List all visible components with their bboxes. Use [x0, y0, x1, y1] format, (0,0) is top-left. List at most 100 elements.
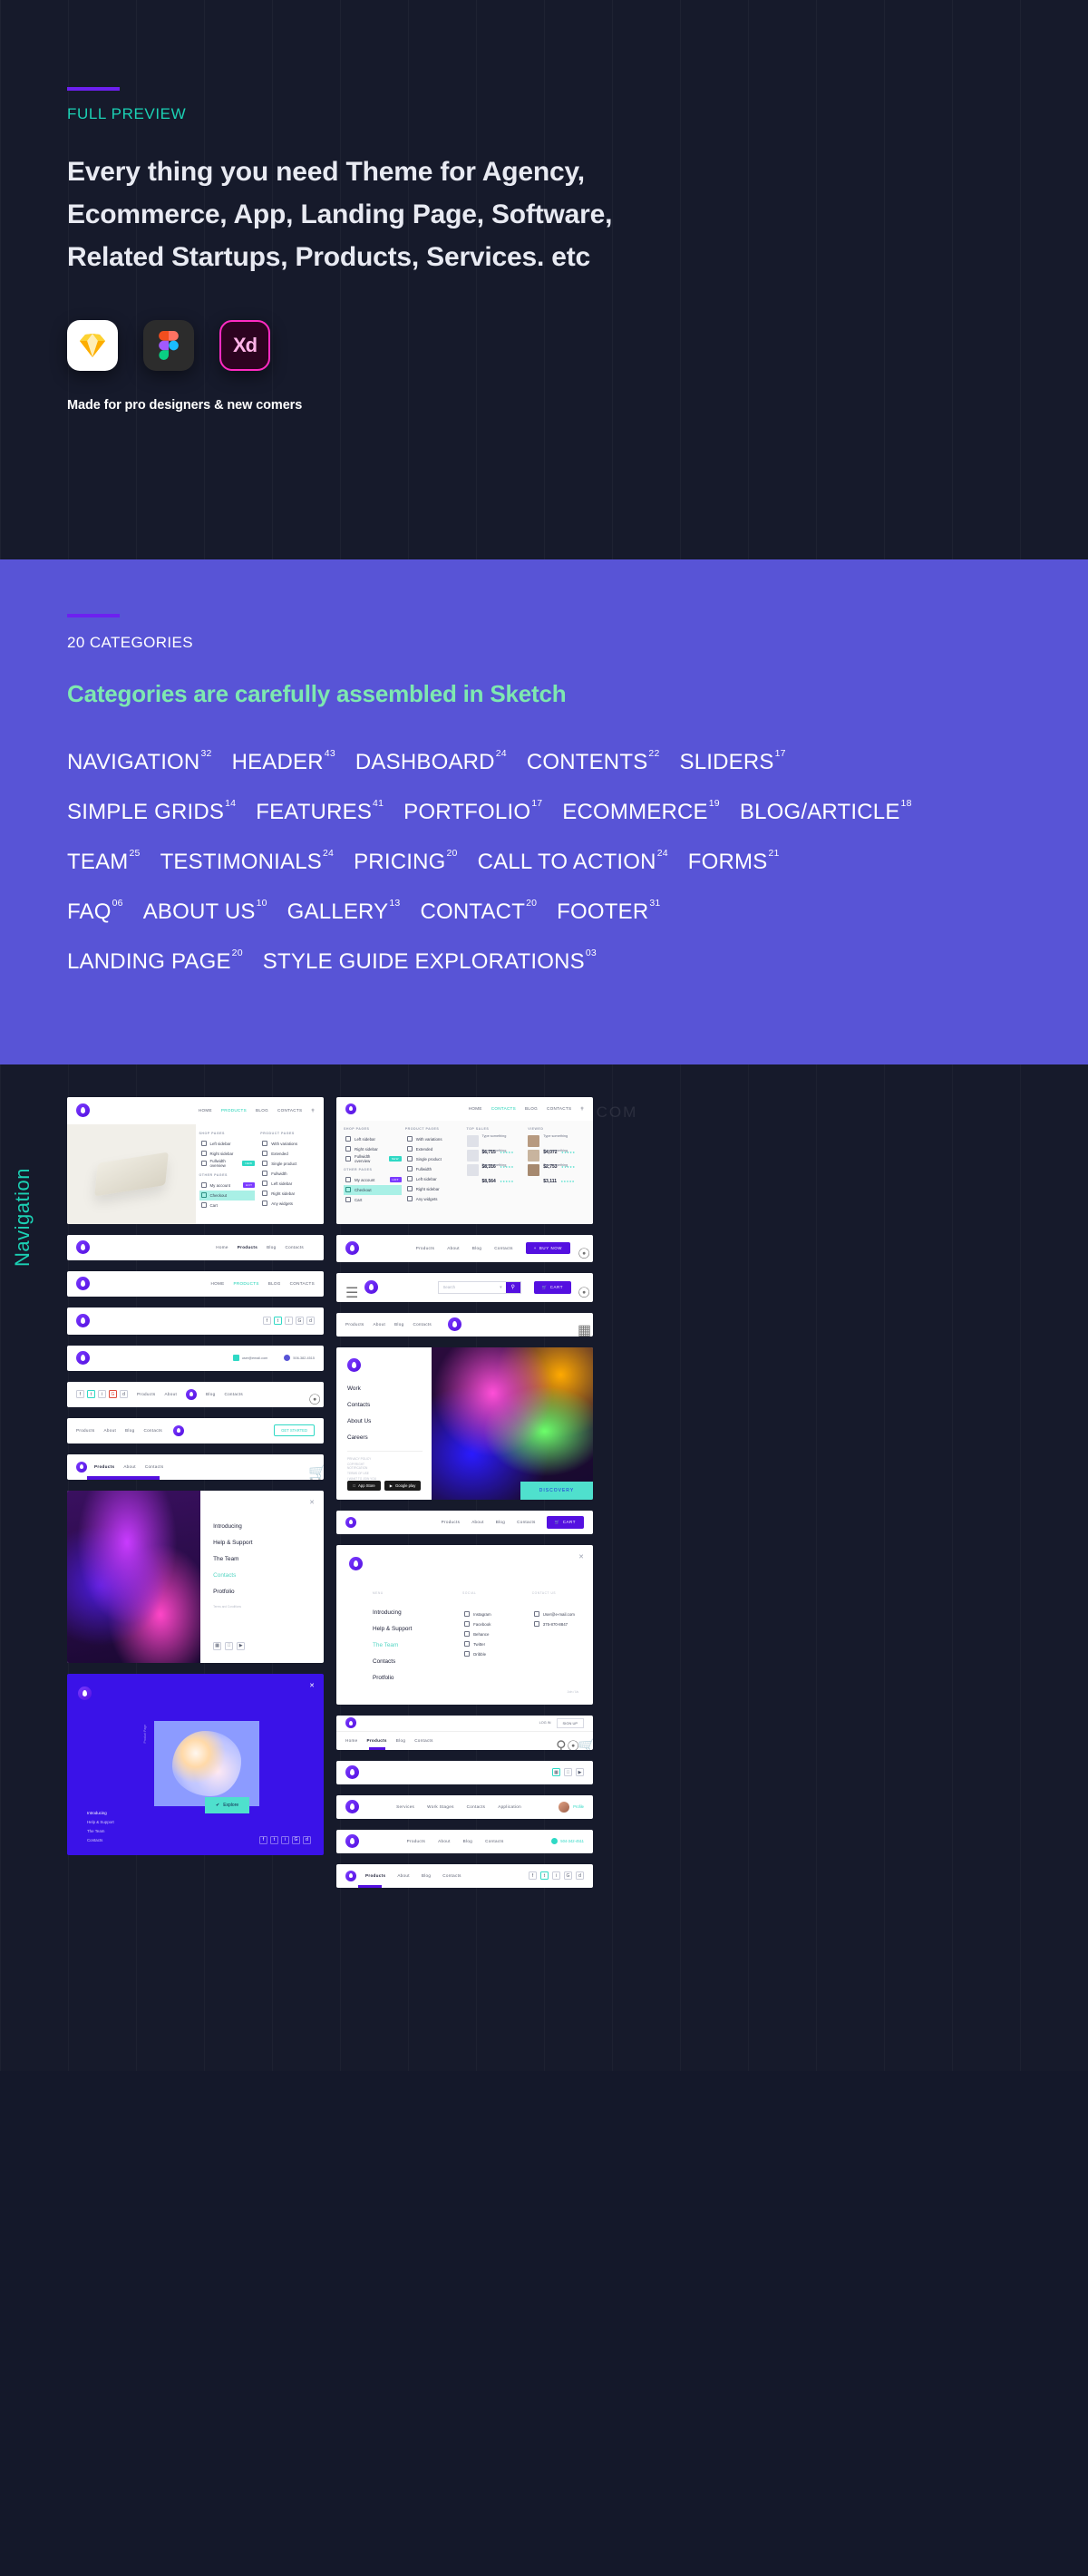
profile-link[interactable]: Profile	[573, 1804, 584, 1809]
google-icon[interactable]: G	[564, 1871, 572, 1881]
windows-store-icon[interactable]: ▦	[213, 1641, 222, 1650]
screenshot-menu-panel-wide[interactable]: ✕ MENU Introducing Help & Support The Te…	[336, 1544, 593, 1705]
nav-item-products[interactable]: Products	[407, 1839, 426, 1843]
search-icon[interactable]: ⚲	[580, 1106, 584, 1112]
account-icon[interactable]: ☉	[567, 1737, 579, 1750]
close-icon[interactable]: ✕	[309, 1682, 315, 1689]
category-item[interactable]: TESTIMONIALS 24	[160, 849, 335, 875]
nav-links[interactable]: Home Products Blog Contacts	[345, 1738, 433, 1743]
nav-item-blog[interactable]: Blog	[422, 1873, 431, 1878]
search-icon[interactable]: ⚲	[311, 1108, 315, 1113]
search-button[interactable]: ⚲	[505, 1281, 520, 1293]
nav-links[interactable]: Products About Blog Contacts	[345, 1322, 432, 1327]
nav-item-contacts[interactable]: CONTACTS	[290, 1281, 315, 1286]
menu-link-portfolio[interactable]: Protfolio	[213, 1589, 313, 1595]
instagram-icon[interactable]: i	[285, 1317, 293, 1326]
screenshot-nav-search-cart[interactable]: ☰ Search ▾ ⚲ 🛒 CART ☉	[336, 1272, 593, 1302]
nav-item-contacts[interactable]: Contacts	[485, 1839, 504, 1843]
menu-link-careers[interactable]: Careers	[347, 1434, 423, 1441]
nav-item-services[interactable]: Services	[396, 1804, 414, 1809]
nav-item-products[interactable]: Products	[416, 1246, 435, 1250]
nav-item-contacts[interactable]: Contacts	[467, 1804, 486, 1809]
category-item[interactable]: NAVIGATION 32	[67, 749, 212, 775]
nav-item-home[interactable]: HOME	[199, 1108, 212, 1113]
screenshot-nav-centered[interactable]: Home Products Blog Contacts	[67, 1234, 324, 1260]
google-icon[interactable]: G	[296, 1317, 304, 1326]
screenshot-blue-product-panel[interactable]: ✕ Product Page ✔ Explore Introducing Hel…	[67, 1673, 324, 1855]
nav-item-work-stages[interactable]: Work Stages	[427, 1804, 454, 1809]
nav-item-products[interactable]: Products	[345, 1322, 364, 1327]
menu-link-contacts[interactable]: Contacts	[347, 1402, 423, 1408]
nav-item-products[interactable]: Products	[238, 1245, 257, 1249]
get-started-button[interactable]: GET STARTED	[274, 1424, 315, 1437]
category-item[interactable]: FOOTER 31	[557, 899, 660, 925]
menu-link-help-support[interactable]: Help & Support	[213, 1540, 313, 1546]
windows-store-icon[interactable]: ▦	[552, 1768, 560, 1777]
signup-button[interactable]: SIGN UP	[556, 1717, 584, 1728]
blue-panel-menu[interactable]: Introducing Help & Support The Team Cont…	[87, 1811, 114, 1842]
store-icons[interactable]: ▦  ▶	[213, 1641, 246, 1650]
screenshot-nav-tab[interactable]: Products About Contacts 🛒	[67, 1453, 324, 1480]
phone-number[interactable]: 504-342-4511	[560, 1839, 584, 1843]
nav-item-products[interactable]: Products	[366, 1738, 386, 1743]
menu-item[interactable]: Single product	[260, 1159, 316, 1169]
menu-link-help-support[interactable]: Help & Support	[87, 1820, 114, 1824]
menu-item[interactable]: Fullwidth	[405, 1164, 463, 1174]
menu-item[interactable]: My account HOT	[199, 1181, 256, 1191]
contact-phone-row[interactable]: 375-870-8847	[532, 1619, 580, 1629]
menu-item[interactable]: Cart	[199, 1201, 256, 1210]
google-icon[interactable]: G	[292, 1835, 300, 1844]
nav-item-home[interactable]: Home	[345, 1738, 357, 1743]
nav-item-blog[interactable]: Blog	[394, 1322, 403, 1327]
social-icons[interactable]: f t i G d	[529, 1871, 584, 1881]
nav-links[interactable]: Products About Blog Contacts	[407, 1839, 504, 1843]
search-input[interactable]: Search ▾ ⚲	[437, 1280, 521, 1294]
menu-link-introducing[interactable]: Introducing	[87, 1811, 114, 1815]
nav-item-about[interactable]: About	[438, 1839, 451, 1843]
menu-item[interactable]: Extended	[405, 1144, 463, 1154]
menu-item[interactable]: Fullwidth overview NEW	[199, 1159, 256, 1169]
google-play-icon[interactable]: ▶	[237, 1641, 246, 1650]
nav-item-contacts[interactable]: Contacts	[224, 1392, 243, 1396]
buy-now-button[interactable]: + BUY NOW	[525, 1242, 570, 1255]
menu-link-work[interactable]: Work	[347, 1385, 423, 1392]
menu-link-contacts[interactable]: Contacts	[87, 1838, 114, 1842]
menu-item[interactable]: Right sidebar	[199, 1149, 256, 1159]
twitter-icon[interactable]: t	[270, 1835, 278, 1844]
nav-item-contacts[interactable]: CONTACTS	[277, 1108, 302, 1113]
screenshot-nav-buy-now[interactable]: Products About Blog Contacts + BUY NOW ☉	[336, 1234, 593, 1262]
avatar[interactable]	[559, 1801, 570, 1813]
login-link[interactable]: LOG IN	[539, 1721, 551, 1725]
menu-link-about-us[interactable]: About Us	[347, 1418, 423, 1424]
nav-item-blog[interactable]: Blog	[267, 1245, 276, 1249]
menu-item[interactable]: Left sidebar	[344, 1134, 402, 1144]
dribbble-icon[interactable]: d	[303, 1835, 311, 1844]
nav-item-contacts[interactable]: Contacts	[143, 1428, 162, 1433]
menu-link-the-team[interactable]: The Team	[373, 1642, 432, 1648]
category-item[interactable]: CONTACT 20	[420, 899, 537, 925]
menu-item[interactable]: Fullwidth overview NEW	[344, 1154, 402, 1164]
screenshot-nav-cta[interactable]: Products About Blog Contacts GET STARTED	[67, 1417, 324, 1444]
contact-email-row[interactable]: User@e-mail.com	[532, 1609, 580, 1619]
menu-item[interactable]: Left sidebar	[199, 1139, 256, 1149]
store-icons[interactable]: ▦  ▶	[552, 1768, 584, 1777]
nav-links[interactable]: Products About Blog Contacts	[416, 1246, 513, 1250]
nav-item-contacts[interactable]: Contacts	[285, 1245, 304, 1249]
category-item[interactable]: LANDING PAGE 20	[67, 948, 243, 975]
menu-link-contacts[interactable]: Contacts	[213, 1572, 313, 1579]
screenshot-menu-panel-vertical[interactable]: Work Contacts About Us Careers PRIVACY P…	[336, 1346, 593, 1500]
dribbble-icon[interactable]: d	[576, 1871, 584, 1881]
cart-button[interactable]: 🛒 CART	[533, 1280, 571, 1294]
menu-item[interactable]: Right sidebar	[405, 1184, 463, 1194]
product-row[interactable]: Type something $3,111 ★★★★★	[528, 1163, 586, 1184]
google-play-icon[interactable]: ▶	[576, 1768, 584, 1777]
screenshot-nav-store-icons[interactable]: ▦  ▶	[336, 1760, 593, 1784]
nav-links[interactable]: Services Work Stages Contacts Applicatio…	[396, 1804, 521, 1809]
close-icon[interactable]: ✕	[309, 1499, 315, 1506]
menu-item[interactable]: Cart	[344, 1195, 402, 1205]
social-item[interactable]: Behance	[462, 1629, 501, 1639]
category-item[interactable]: DASHBOARD 24	[355, 749, 507, 775]
category-item[interactable]: FEATURES 41	[256, 799, 384, 825]
nav-links[interactable]: HOME CONTACTS BLOG CONTACTS ⚲	[469, 1106, 584, 1112]
nav-item-home[interactable]: HOME	[211, 1281, 225, 1286]
